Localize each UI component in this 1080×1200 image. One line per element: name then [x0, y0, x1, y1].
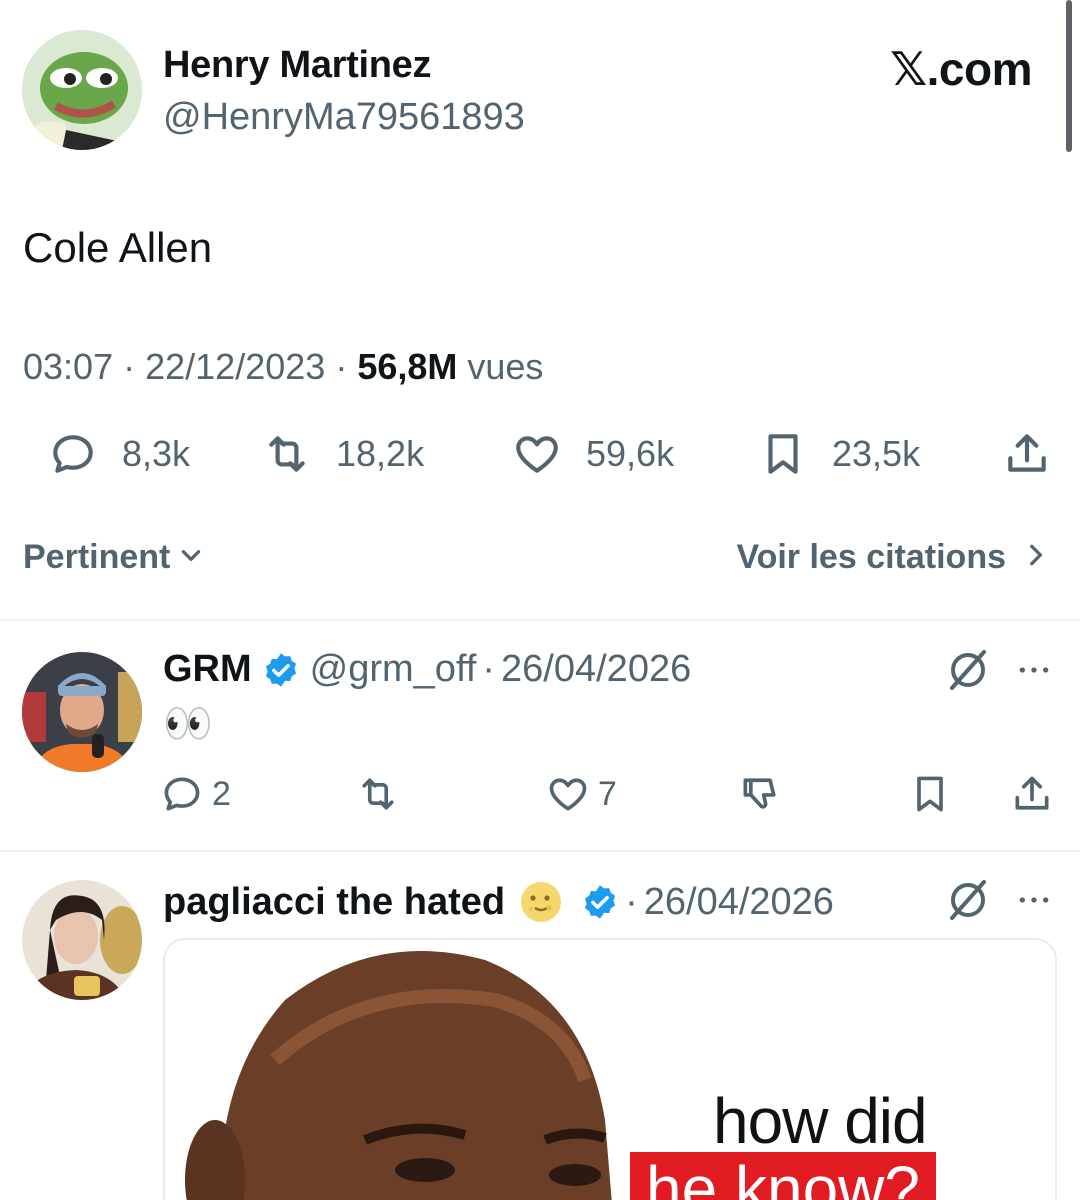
author-name[interactable]: Henry Martinez	[163, 44, 432, 87]
meme-caption-line1: how did	[713, 1085, 928, 1157]
grok-icon	[950, 880, 986, 920]
verified-badge-icon	[585, 885, 616, 919]
reply-reply-button[interactable]: 2	[160, 768, 231, 820]
divider	[0, 850, 1080, 852]
view-quotes-label: Voir les citations	[736, 538, 1006, 576]
chevron-down-icon	[178, 538, 204, 577]
reply-media[interactable]: how did he know?	[163, 938, 1057, 1200]
share-icon	[1008, 434, 1046, 472]
reply-reply-count: 2	[212, 774, 231, 813]
reply-header: GRM @grm_off · 26/04/2026	[163, 648, 691, 691]
like-icon	[549, 778, 587, 811]
meme-caption-line2: he know?	[630, 1152, 936, 1200]
reply-author-handle[interactable]: @grm_off	[310, 648, 477, 691]
reply-dislike-button[interactable]	[738, 768, 782, 820]
scrollbar-thumb[interactable]	[1066, 0, 1072, 152]
more-button[interactable]	[1014, 880, 1054, 925]
repost-icon	[269, 436, 305, 472]
grok-button[interactable]	[944, 646, 992, 699]
meta-separator: ·	[123, 346, 146, 387]
chevron-right-icon	[1022, 538, 1048, 577]
reply-avatar[interactable]	[22, 880, 142, 1000]
share-button[interactable]	[1002, 424, 1052, 484]
reply-repost-button[interactable]	[356, 768, 400, 820]
reply-author-name[interactable]: GRM	[163, 648, 252, 691]
brand-logo: 𝕏.com	[890, 43, 1032, 95]
moon-face-icon	[521, 882, 562, 922]
like-count: 59,6k	[586, 433, 675, 474]
sort-dropdown[interactable]: Pertinent	[23, 538, 204, 577]
reply-like-button[interactable]: 7	[546, 768, 617, 820]
dislike-icon	[743, 778, 776, 809]
view-quotes-link[interactable]: Voir les citations	[736, 538, 1048, 577]
more-icon	[1019, 897, 1049, 903]
author-handle[interactable]: @HenryMa79561893	[163, 96, 525, 139]
header-separator: ·	[625, 880, 638, 923]
reply-share-button[interactable]	[1010, 768, 1054, 820]
repost-stat[interactable]: 18,2k	[262, 424, 424, 484]
reply-date[interactable]: 26/04/2026	[501, 648, 691, 691]
repost-icon	[362, 778, 394, 810]
bookmark-count: 23,5k	[832, 433, 921, 474]
bookmark-stat[interactable]: 23,5k	[758, 424, 920, 484]
reply-date[interactable]: 26/04/2026	[644, 881, 834, 924]
like-icon	[516, 436, 558, 473]
like-stat[interactable]: 59,6k	[512, 424, 674, 484]
more-button[interactable]	[1014, 650, 1054, 695]
reply-icon	[53, 435, 93, 473]
sort-label: Pertinent	[23, 538, 171, 576]
tweet-text: Cole Allen	[23, 224, 213, 271]
reply-bookmark-button[interactable]	[908, 768, 952, 820]
views-count: 56,8M	[357, 346, 458, 387]
reply-author-name[interactable]: pagliacci the hated	[163, 881, 505, 924]
reply-stat[interactable]: 8,3k	[48, 424, 190, 484]
bookmark-icon	[917, 776, 943, 812]
grok-button[interactable]	[944, 876, 992, 929]
divider	[0, 619, 1080, 621]
reply-text: 👀	[163, 702, 213, 746]
reply-avatar[interactable]	[22, 652, 142, 772]
author-avatar[interactable]	[22, 30, 142, 150]
reply-header: pagliacci the hated · 26/04/2026	[163, 878, 834, 926]
tweet-meta: 03:07 · 22/12/2023 · 56,8M vues	[23, 346, 543, 388]
reply-icon	[164, 777, 200, 811]
reply-count: 8,3k	[122, 433, 191, 474]
bookmark-icon	[768, 434, 798, 474]
share-icon	[1015, 776, 1049, 810]
verified-badge-icon	[265, 652, 296, 687]
grok-icon	[950, 650, 986, 690]
more-icon	[1019, 667, 1049, 673]
reply-like-count: 7	[598, 774, 617, 813]
tweet-time[interactable]: 03:07	[23, 346, 113, 387]
tweet-date[interactable]: 22/12/2023	[145, 346, 325, 387]
meta-separator: ·	[335, 346, 358, 387]
header-separator: ·	[482, 648, 496, 690]
views-label: vues	[467, 346, 544, 387]
repost-count: 18,2k	[336, 433, 425, 474]
